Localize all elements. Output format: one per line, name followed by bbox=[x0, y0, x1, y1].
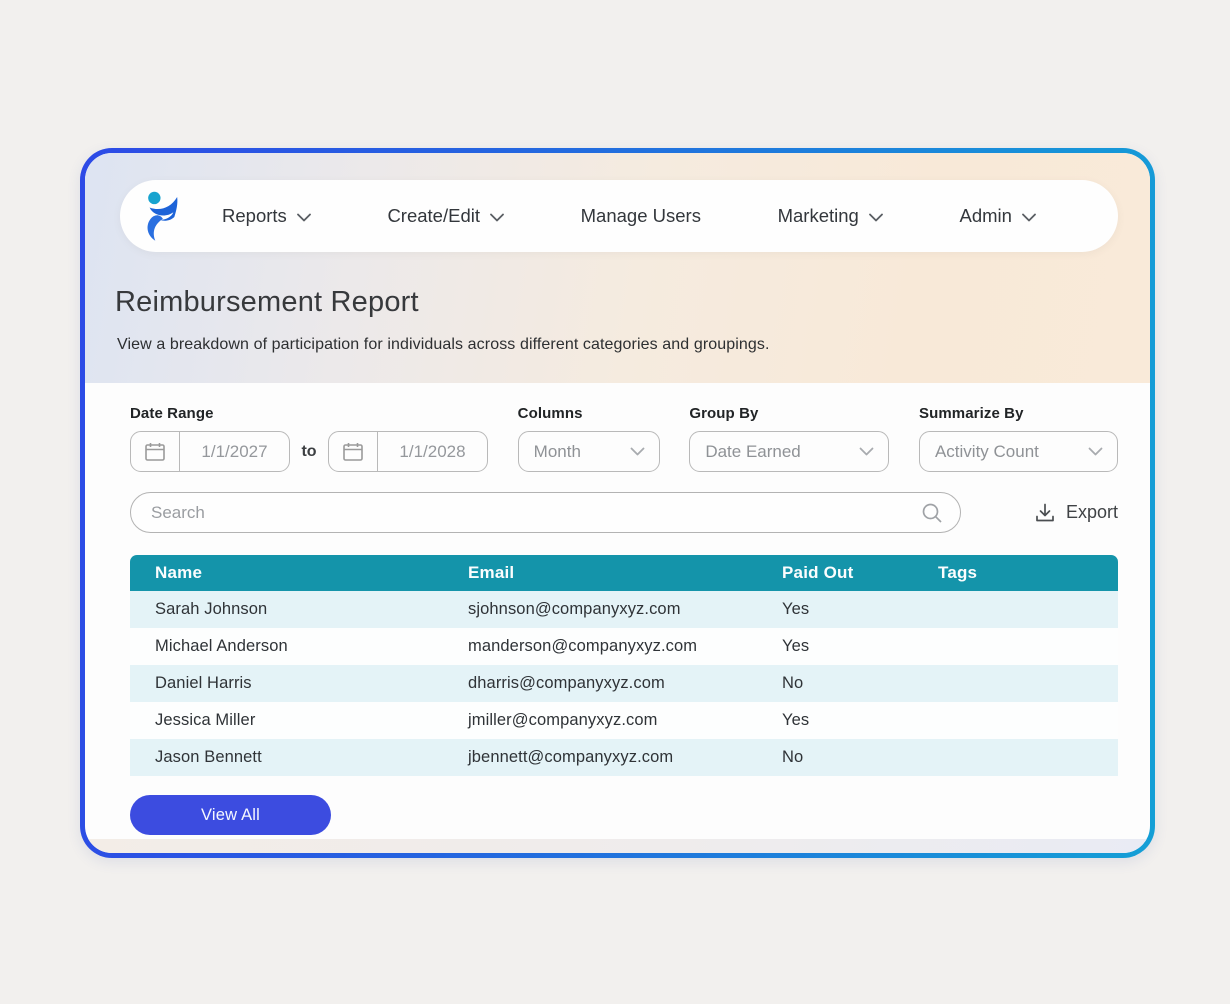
columns-selected-value: Month bbox=[533, 441, 581, 461]
cell-email: manderson@companyxyz.com bbox=[468, 628, 782, 665]
calendar-icon[interactable] bbox=[131, 432, 180, 471]
nav-item-reports[interactable]: Reports bbox=[222, 205, 311, 227]
report-card-inner: Reports Create/Edit Manage Users Marketi… bbox=[85, 153, 1150, 853]
report-table: Name Email Paid Out Tags Sarah Johnson s… bbox=[130, 555, 1118, 776]
summarize-by-label: Summarize By bbox=[918, 405, 1024, 422]
cell-name: Daniel Harris bbox=[130, 665, 468, 702]
search-icon[interactable] bbox=[920, 501, 944, 525]
cell-paid-out: Yes bbox=[782, 628, 938, 665]
date-from-input[interactable]: 1/1/2027 bbox=[130, 431, 290, 472]
search-input[interactable] bbox=[151, 502, 920, 523]
card-bottom-strip bbox=[85, 839, 1150, 853]
calendar-icon[interactable] bbox=[329, 432, 378, 471]
group-by-select[interactable]: Date Earned bbox=[689, 431, 890, 472]
table-row[interactable]: Daniel Harris dharris@companyxyz.com No bbox=[130, 665, 1118, 702]
search-export-row: Export bbox=[130, 492, 1118, 533]
table-row[interactable]: Jessica Miller jmiller@companyxyz.com Ye… bbox=[130, 702, 1118, 739]
cell-tags bbox=[938, 665, 1118, 702]
cell-name: Jason Bennett bbox=[130, 739, 468, 776]
chevron-down-icon bbox=[859, 447, 874, 456]
column-header-tags[interactable]: Tags bbox=[938, 555, 1118, 591]
date-to-input[interactable]: 1/1/2028 bbox=[327, 431, 488, 472]
cell-paid-out: Yes bbox=[782, 702, 938, 739]
report-content: Date Range 1/1/2027 to 1/1/2028 Columns … bbox=[85, 383, 1150, 835]
nav-item-manage-users[interactable]: Manage Users bbox=[581, 205, 701, 227]
nav-items: Reports Create/Edit Manage Users Marketi… bbox=[222, 205, 1076, 227]
cell-name: Michael Anderson bbox=[130, 628, 468, 665]
table-header-row: Name Email Paid Out Tags bbox=[130, 555, 1118, 591]
filter-date-range: Date Range 1/1/2027 to 1/1/2028 bbox=[130, 405, 488, 472]
download-icon bbox=[1036, 503, 1054, 521]
date-range-inputs: 1/1/2027 to 1/1/2028 bbox=[130, 431, 488, 472]
group-by-label: Group By bbox=[689, 405, 759, 422]
chevron-down-icon bbox=[296, 213, 311, 222]
nav-item-admin[interactable]: Admin bbox=[960, 205, 1036, 227]
cell-email: sjohnson@companyxyz.com bbox=[468, 591, 782, 628]
date-range-separator: to bbox=[301, 442, 317, 460]
nav-item-create-edit[interactable]: Create/Edit bbox=[387, 205, 504, 227]
hero-section: Reports Create/Edit Manage Users Marketi… bbox=[85, 153, 1150, 383]
table-row[interactable]: Sarah Johnson sjohnson@companyxyz.com Ye… bbox=[130, 591, 1118, 628]
top-navbar: Reports Create/Edit Manage Users Marketi… bbox=[120, 180, 1118, 252]
cell-paid-out: No bbox=[782, 665, 938, 702]
cell-paid-out: No bbox=[782, 739, 938, 776]
search-box[interactable] bbox=[130, 492, 961, 533]
cell-tags bbox=[938, 702, 1118, 739]
filter-group-by: Group By Date Earned bbox=[689, 405, 890, 472]
nav-item-label: Create/Edit bbox=[387, 205, 480, 226]
page-title: Reimbursement Report bbox=[115, 286, 419, 318]
nav-item-marketing[interactable]: Marketing bbox=[778, 205, 883, 227]
chevron-down-icon bbox=[1022, 213, 1036, 222]
table-row[interactable]: Jason Bennett jbennett@companyxyz.com No bbox=[130, 739, 1118, 776]
view-all-button[interactable]: View All bbox=[130, 795, 331, 835]
filter-summarize-by: Summarize By Activity Count bbox=[918, 405, 1118, 472]
date-range-label: Date Range bbox=[130, 405, 214, 422]
nav-item-label: Reports bbox=[222, 205, 287, 226]
cell-tags bbox=[938, 739, 1118, 776]
nav-item-label: Admin bbox=[959, 205, 1012, 226]
cell-tags bbox=[938, 591, 1118, 628]
export-button[interactable]: Export bbox=[1034, 502, 1118, 524]
cell-email: jbennett@companyxyz.com bbox=[468, 739, 782, 776]
date-from-value: 1/1/2027 bbox=[201, 441, 268, 461]
filter-bar: Date Range 1/1/2027 to 1/1/2028 Columns … bbox=[130, 405, 1118, 472]
column-header-paid-out[interactable]: Paid Out bbox=[782, 555, 938, 591]
cell-email: dharris@companyxyz.com bbox=[468, 665, 782, 702]
summarize-by-select[interactable]: Activity Count bbox=[918, 431, 1118, 472]
cell-name: Jessica Miller bbox=[130, 702, 468, 739]
nav-item-label: Marketing bbox=[777, 205, 859, 226]
chevron-down-icon bbox=[490, 213, 504, 222]
cell-paid-out: Yes bbox=[782, 591, 938, 628]
columns-select[interactable]: Month bbox=[517, 431, 660, 472]
chevron-down-icon bbox=[1088, 447, 1103, 456]
date-to-value: 1/1/2028 bbox=[399, 441, 466, 461]
nav-item-label: Manage Users bbox=[580, 205, 701, 226]
summarize-by-selected-value: Activity Count bbox=[934, 441, 1039, 461]
cell-email: jmiller@companyxyz.com bbox=[468, 702, 782, 739]
chevron-down-icon bbox=[868, 213, 883, 222]
group-by-selected-value: Date Earned bbox=[705, 441, 801, 461]
cell-name: Sarah Johnson bbox=[130, 591, 468, 628]
chevron-down-icon bbox=[630, 447, 645, 456]
filter-columns: Columns Month bbox=[517, 405, 660, 472]
report-card: Reports Create/Edit Manage Users Marketi… bbox=[80, 148, 1155, 858]
column-header-name[interactable]: Name bbox=[130, 555, 468, 591]
columns-label: Columns bbox=[517, 405, 583, 422]
app-logo-icon[interactable] bbox=[142, 190, 180, 242]
export-label: Export bbox=[1065, 502, 1118, 522]
column-header-email[interactable]: Email bbox=[468, 555, 782, 591]
cell-tags bbox=[938, 628, 1118, 665]
table-row[interactable]: Michael Anderson manderson@companyxyz.co… bbox=[130, 628, 1118, 665]
page-subtitle: View a breakdown of participation for in… bbox=[117, 336, 770, 353]
